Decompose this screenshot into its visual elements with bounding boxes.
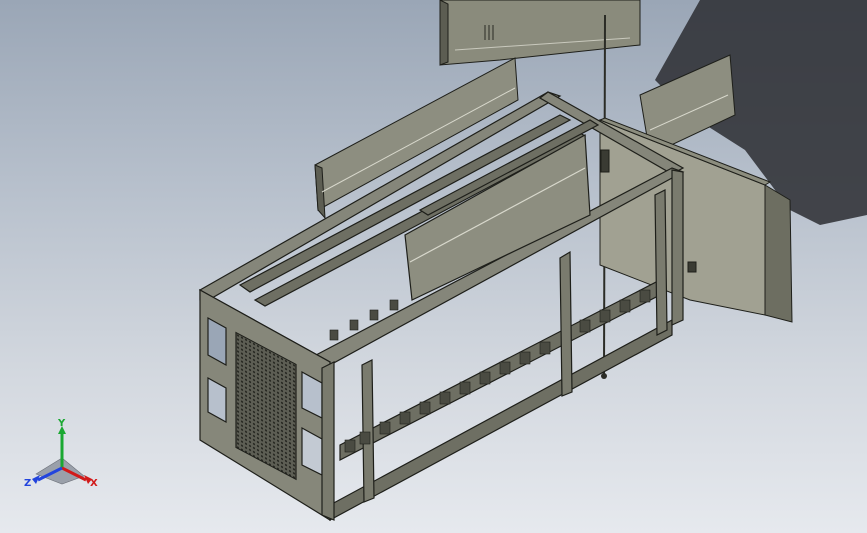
y-axis-label: Y (57, 418, 66, 429)
x-axis-label: X (90, 478, 98, 489)
door-latch (687, 261, 697, 273)
rear-top-panel[interactable] (439, 0, 641, 66)
orientation-triad[interactable]: Y X Z (22, 418, 104, 492)
graphics-viewport[interactable]: Y X Z (0, 0, 867, 533)
model-view[interactable] (0, 0, 867, 533)
rod-end (601, 373, 607, 379)
handle (600, 149, 610, 173)
z-axis-label: Z (24, 478, 31, 489)
triad-base (35, 457, 85, 485)
